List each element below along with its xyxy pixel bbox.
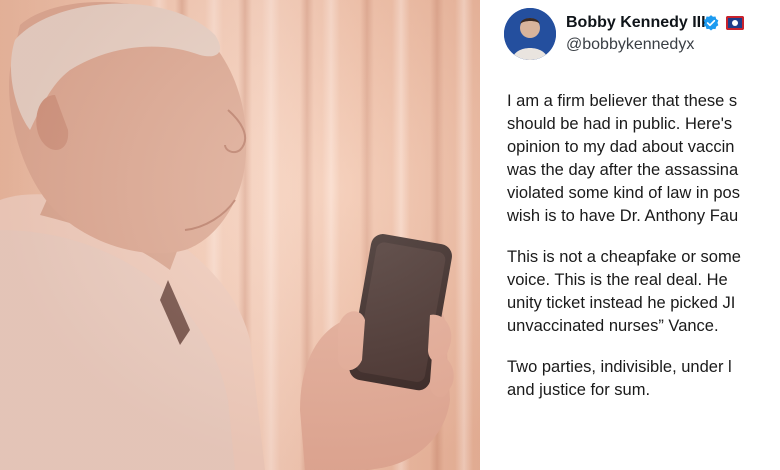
verified-badge-icon (703, 15, 719, 31)
panel-divider (480, 0, 492, 470)
tweet-line: opinion to my dad about vaccin (507, 138, 735, 156)
tweet-line: unity ticket instead he picked JI (507, 294, 736, 312)
flag-icon (726, 16, 744, 30)
avatar[interactable] (504, 8, 556, 60)
tweet-line: was the day after the assassina (507, 161, 739, 179)
tweet-line: This is not a cheapfake or some (507, 248, 741, 266)
tweet-line: should be had in public. Here's (507, 115, 733, 133)
tweet-line: and justice for sum. (507, 381, 651, 399)
tweet-line: I am a firm believer that these s (507, 92, 738, 110)
handle[interactable]: @bobbykennedyx (566, 36, 694, 54)
tweet-line: Two parties, indivisible, under l (507, 358, 732, 376)
tweet-body: I am a firm believer that these s should… (507, 90, 780, 402)
tweet-line: wish is to have Dr. Anthony Fau (507, 207, 739, 225)
tweet-line: violated some kind of law in pos (507, 184, 740, 202)
photo-overlay (0, 0, 480, 470)
tweet-line: unvaccinated nurses” Vance. (507, 317, 719, 335)
tweet-header: Bobby Kennedy III @bobbykennedyx (504, 8, 780, 62)
tweet-card: Bobby Kennedy III @bobbykennedyx I am a … (492, 0, 780, 470)
photo (0, 0, 480, 470)
display-name[interactable]: Bobby Kennedy III (566, 14, 706, 32)
tweet-line: voice. This is the real deal. He (507, 271, 728, 289)
avatar-image (504, 8, 556, 60)
